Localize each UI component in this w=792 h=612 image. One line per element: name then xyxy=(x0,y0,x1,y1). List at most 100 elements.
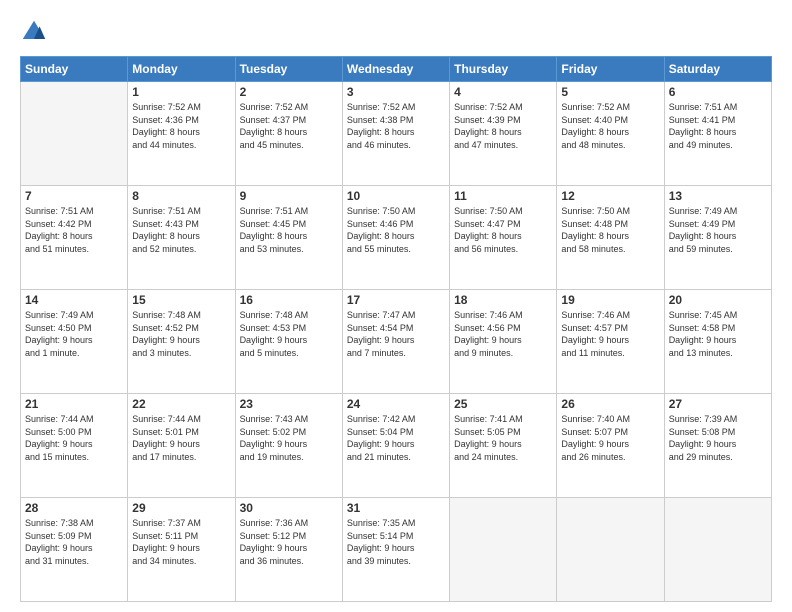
day-number: 6 xyxy=(669,85,767,99)
calendar-cell: 20Sunrise: 7:45 AMSunset: 4:58 PMDayligh… xyxy=(664,290,771,394)
cell-info: and 9 minutes. xyxy=(454,347,552,360)
cell-info: Sunset: 5:05 PM xyxy=(454,426,552,439)
cell-info: Sunrise: 7:40 AM xyxy=(561,413,659,426)
day-number: 15 xyxy=(132,293,230,307)
day-number: 29 xyxy=(132,501,230,515)
cell-info: Sunset: 5:14 PM xyxy=(347,530,445,543)
calendar-cell: 16Sunrise: 7:48 AMSunset: 4:53 PMDayligh… xyxy=(235,290,342,394)
cell-info: and 17 minutes. xyxy=(132,451,230,464)
cell-info: Daylight: 9 hours xyxy=(347,542,445,555)
calendar-cell: 11 Sunrise: 7:50 AMSunset: 4:47 PMDayligh… xyxy=(450,186,557,290)
cell-info: and 15 minutes. xyxy=(25,451,123,464)
calendar-cell: 30Sunrise: 7:36 AMSunset: 5:12 PMDayligh… xyxy=(235,498,342,602)
cell-info: and 29 minutes. xyxy=(669,451,767,464)
cell-info: Daylight: 8 hours xyxy=(132,126,230,139)
cell-info: Daylight: 8 hours xyxy=(561,126,659,139)
cell-info: Daylight: 8 hours xyxy=(240,230,338,243)
calendar-cell: 2Sunrise: 7:52 AMSunset: 4:37 PMDaylight… xyxy=(235,82,342,186)
calendar-cell xyxy=(557,498,664,602)
cell-info: and 56 minutes. xyxy=(454,243,552,256)
cell-info: Sunset: 4:41 PM xyxy=(669,114,767,127)
cell-info: and 19 minutes. xyxy=(240,451,338,464)
cell-info: Sunset: 4:52 PM xyxy=(132,322,230,335)
cell-info: Sunrise: 7:50 AM xyxy=(561,205,659,218)
cell-info: Sunset: 5:02 PM xyxy=(240,426,338,439)
cell-info: Sunset: 4:36 PM xyxy=(132,114,230,127)
cell-info: Daylight: 8 hours xyxy=(347,126,445,139)
page: SundayMondayTuesdayWednesdayThursdayFrid… xyxy=(0,0,792,612)
calendar-cell: 8Sunrise: 7:51 AMSunset: 4:43 PMDaylight… xyxy=(128,186,235,290)
calendar-cell xyxy=(21,82,128,186)
day-number: 23 xyxy=(240,397,338,411)
cell-info: Sunrise: 7:51 AM xyxy=(25,205,123,218)
cell-info: Sunrise: 7:46 AM xyxy=(561,309,659,322)
cell-info: Daylight: 8 hours xyxy=(25,230,123,243)
cell-info: Sunrise: 7:44 AM xyxy=(132,413,230,426)
cell-info: Sunrise: 7:42 AM xyxy=(347,413,445,426)
cell-info: Sunset: 4:38 PM xyxy=(347,114,445,127)
cell-info: Daylight: 9 hours xyxy=(561,334,659,347)
day-number: 5 xyxy=(561,85,659,99)
week-row-5: 28Sunrise: 7:38 AMSunset: 5:09 PMDayligh… xyxy=(21,498,772,602)
calendar-cell: 12Sunrise: 7:50 AMSunset: 4:48 PMDayligh… xyxy=(557,186,664,290)
calendar-cell: 10Sunrise: 7:50 AMSunset: 4:46 PMDayligh… xyxy=(342,186,449,290)
cell-info: Sunset: 4:56 PM xyxy=(454,322,552,335)
week-row-4: 21Sunrise: 7:44 AMSunset: 5:00 PMDayligh… xyxy=(21,394,772,498)
cell-info: Sunset: 4:40 PM xyxy=(561,114,659,127)
cell-info: Sunset: 4:54 PM xyxy=(347,322,445,335)
cell-info: Sunset: 4:48 PM xyxy=(561,218,659,231)
cell-info: Daylight: 9 hours xyxy=(669,334,767,347)
cell-info: and 13 minutes. xyxy=(669,347,767,360)
cell-info: Sunset: 5:12 PM xyxy=(240,530,338,543)
cell-info: Daylight: 8 hours xyxy=(669,230,767,243)
cell-info: Daylight: 8 hours xyxy=(132,230,230,243)
cell-info: Daylight: 8 hours xyxy=(669,126,767,139)
header xyxy=(20,18,772,46)
cell-info: Sunrise: 7:49 AM xyxy=(25,309,123,322)
day-number: 4 xyxy=(454,85,552,99)
cell-info: Sunrise: 7:49 AM xyxy=(669,205,767,218)
day-number: 9 xyxy=(240,189,338,203)
cell-info: Sunrise: 7:52 AM xyxy=(132,101,230,114)
column-header-monday: Monday xyxy=(128,57,235,82)
cell-info: Daylight: 9 hours xyxy=(669,438,767,451)
column-header-tuesday: Tuesday xyxy=(235,57,342,82)
calendar-cell: 7 Sunrise: 7:51 AMSunset: 4:42 PMDaylight… xyxy=(21,186,128,290)
cell-info: Daylight: 8 hours xyxy=(240,126,338,139)
cell-info: Sunset: 4:47 PM xyxy=(454,218,552,231)
logo xyxy=(20,18,52,46)
cell-info: and 3 minutes. xyxy=(132,347,230,360)
cell-info: and 36 minutes. xyxy=(240,555,338,568)
cell-info: Sunset: 4:42 PM xyxy=(25,218,123,231)
cell-info: Sunset: 4:58 PM xyxy=(669,322,767,335)
column-header-thursday: Thursday xyxy=(450,57,557,82)
cell-info: Daylight: 9 hours xyxy=(454,438,552,451)
cell-info: and 59 minutes. xyxy=(669,243,767,256)
day-number: 22 xyxy=(132,397,230,411)
day-number: 28 xyxy=(25,501,123,515)
cell-info: Sunrise: 7:50 AM xyxy=(454,205,552,218)
cell-info: and 34 minutes. xyxy=(132,555,230,568)
calendar-cell: 23Sunrise: 7:43 AMSunset: 5:02 PMDayligh… xyxy=(235,394,342,498)
day-number: 7 xyxy=(25,189,123,203)
day-number: 21 xyxy=(25,397,123,411)
cell-info: Daylight: 9 hours xyxy=(132,438,230,451)
cell-info: Daylight: 8 hours xyxy=(454,230,552,243)
day-number: 20 xyxy=(669,293,767,307)
header-row: SundayMondayTuesdayWednesdayThursdayFrid… xyxy=(21,57,772,82)
column-header-friday: Friday xyxy=(557,57,664,82)
cell-info: Sunrise: 7:41 AM xyxy=(454,413,552,426)
calendar-cell xyxy=(450,498,557,602)
cell-info: Sunrise: 7:44 AM xyxy=(25,413,123,426)
cell-info: Sunset: 5:07 PM xyxy=(561,426,659,439)
cell-info: Sunset: 5:01 PM xyxy=(132,426,230,439)
cell-info: Daylight: 9 hours xyxy=(454,334,552,347)
calendar-cell: 13Sunrise: 7:49 AMSunset: 4:49 PMDayligh… xyxy=(664,186,771,290)
column-header-wednesday: Wednesday xyxy=(342,57,449,82)
cell-info: Sunset: 4:53 PM xyxy=(240,322,338,335)
cell-info: and 39 minutes. xyxy=(347,555,445,568)
day-number: 19 xyxy=(561,293,659,307)
cell-info: Sunset: 4:45 PM xyxy=(240,218,338,231)
cell-info: Daylight: 8 hours xyxy=(347,230,445,243)
day-number: 11 xyxy=(454,189,552,203)
